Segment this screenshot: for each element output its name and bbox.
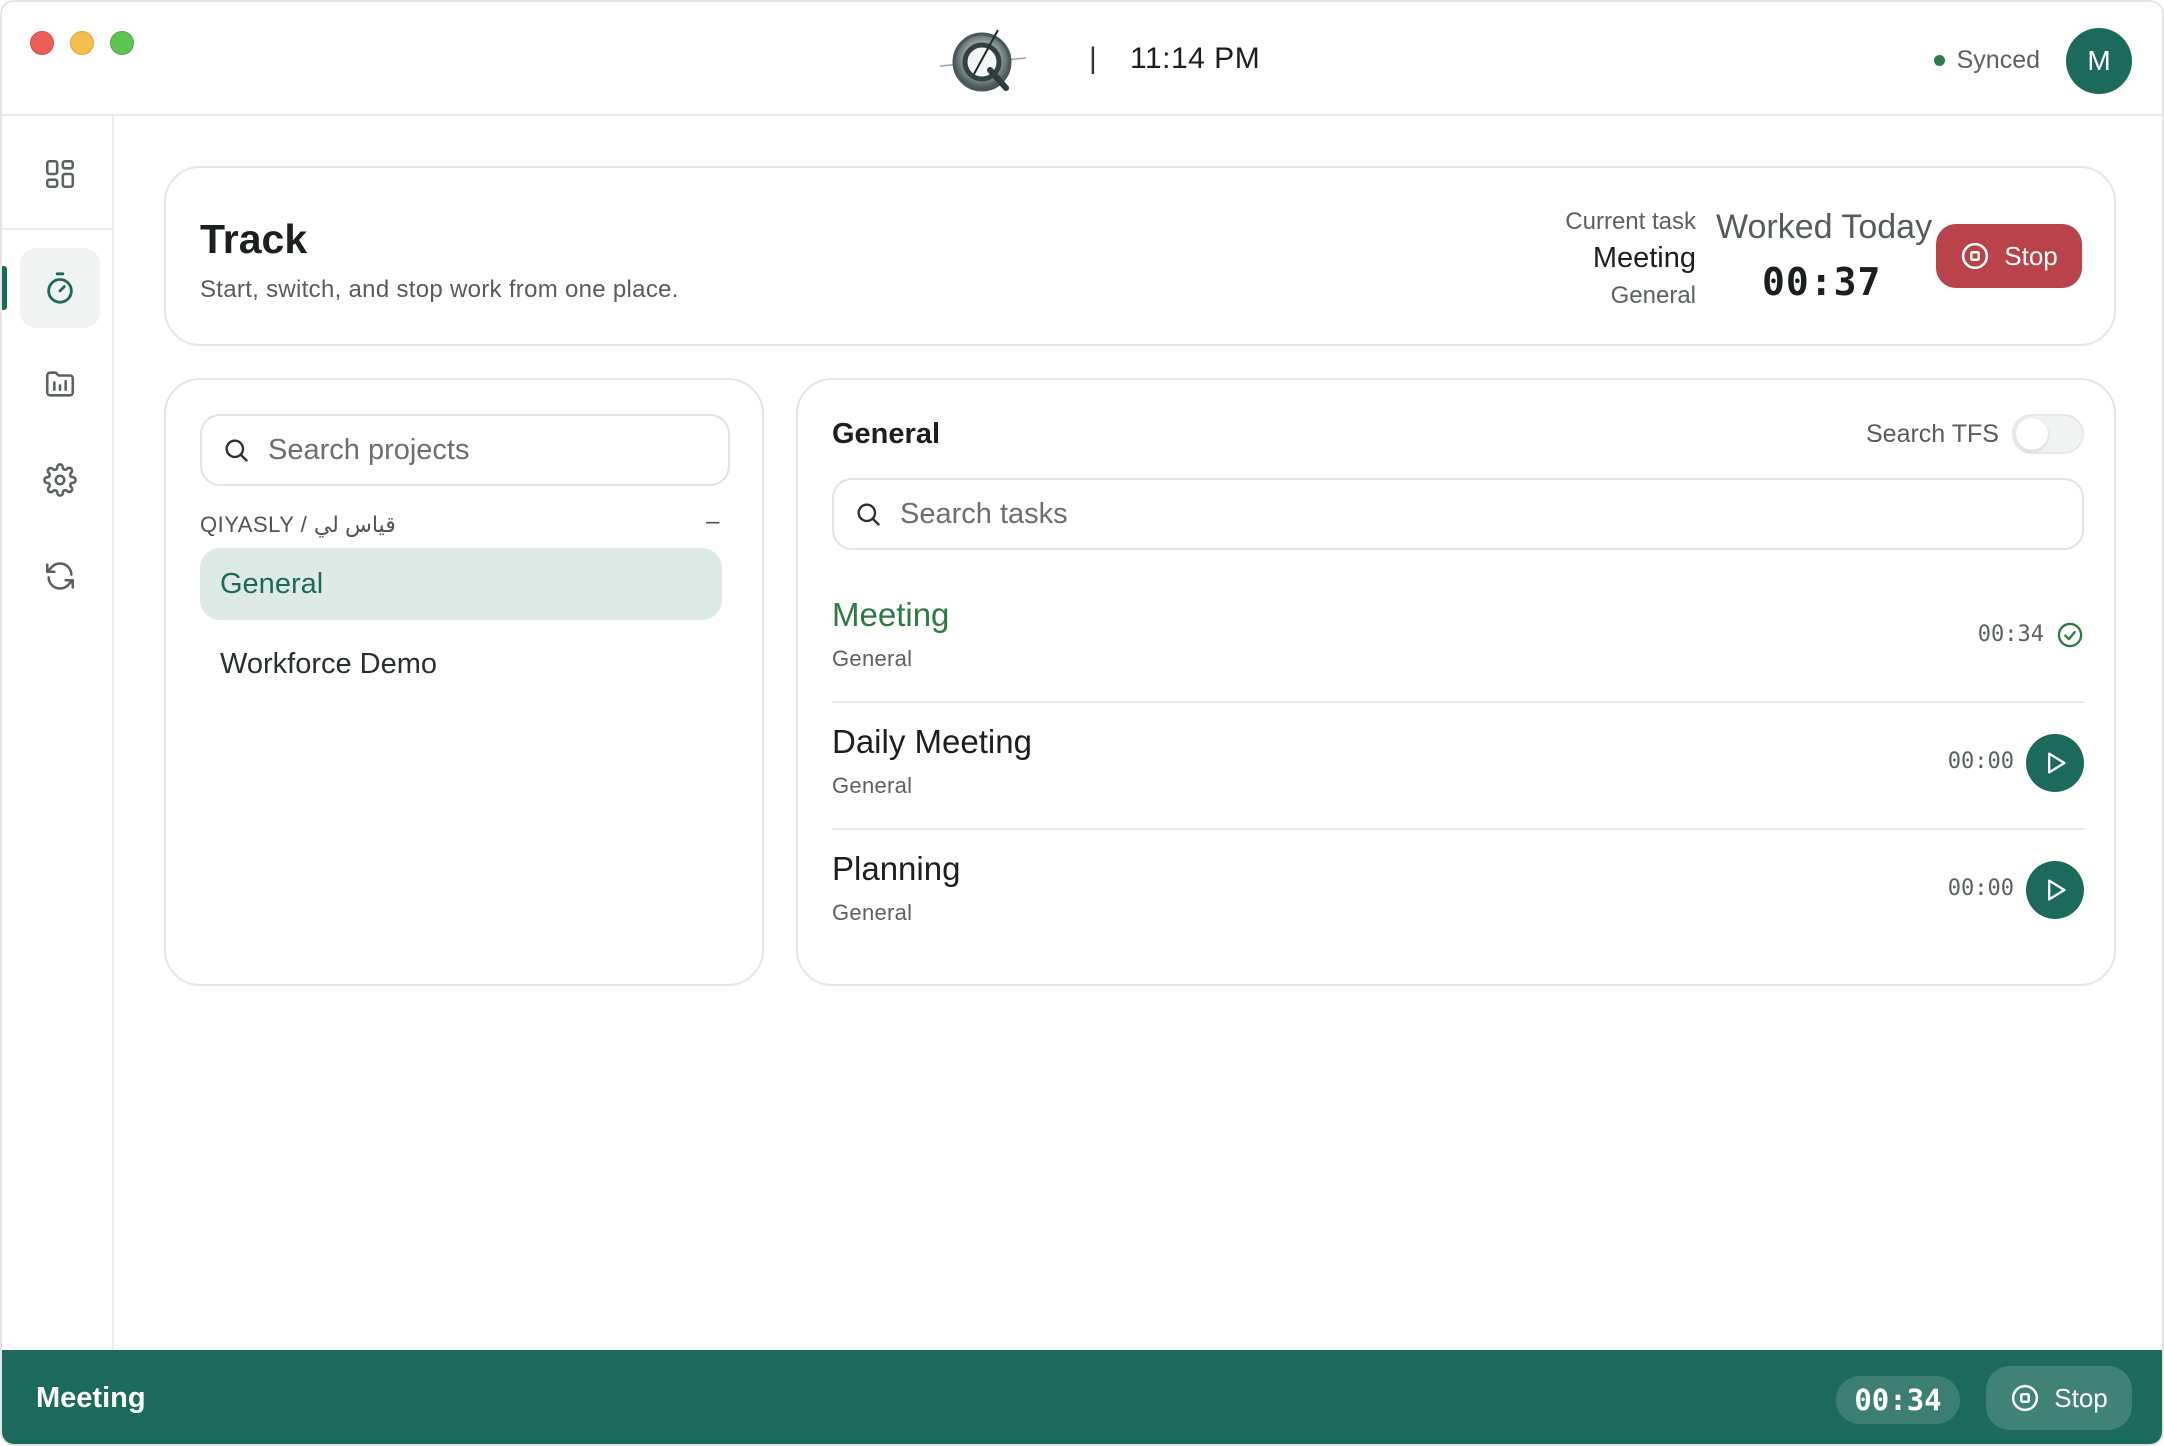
task-search-placeholder: Search tasks: [900, 497, 1068, 530]
timer-icon: [47, 272, 73, 304]
close-window-button[interactable]: [30, 31, 54, 55]
sync-icon: [45, 562, 75, 590]
project-item-general[interactable]: General: [200, 548, 722, 620]
project-group-label: QIYASLY / قياس لي: [200, 512, 396, 537]
current-task-label: Current task: [1565, 208, 1696, 235]
task-row-planning[interactable]: Planning General 00:00: [832, 830, 2084, 957]
sidebar: [2, 116, 114, 1350]
task-name: Meeting: [832, 596, 950, 633]
sync-status-label: Synced: [1956, 46, 2040, 74]
app-window: | 11:14 PM Synced M Track Start, switch,…: [0, 0, 2164, 1446]
sidebar-item-settings[interactable]: [20, 440, 100, 520]
bottom-stop-button[interactable]: Stop: [1986, 1366, 2132, 1430]
title-bar: | 11:14 PM Synced M: [2, 2, 2162, 116]
active-task-name: Meeting: [36, 1382, 146, 1414]
sidebar-item-sync[interactable]: [20, 536, 100, 616]
active-timer-bar: Meeting 00:34 Stop: [2, 1350, 2162, 1444]
user-avatar[interactable]: M: [2066, 28, 2132, 94]
gear-icon: [43, 463, 77, 497]
task-row-meeting[interactable]: Meeting General 00:34: [832, 576, 2084, 703]
active-task-timer: 00:34: [1836, 1376, 1960, 1424]
task-project: General: [832, 646, 913, 671]
project-search-input[interactable]: Search projects: [200, 414, 730, 486]
stop-circle-icon: [1962, 242, 1989, 270]
title-separator: |: [1089, 42, 1097, 75]
sync-status: Synced: [1933, 46, 2040, 75]
grid-icon: [45, 159, 75, 189]
sidebar-item-dashboard[interactable]: [20, 134, 100, 214]
search-tfs-toggle[interactable]: [2012, 414, 2084, 454]
sidebar-active-indicator: [2, 266, 7, 310]
search-tfs-label: Search TFS: [1866, 420, 1999, 448]
task-name: Daily Meeting: [832, 723, 1032, 760]
stop-circle-icon: [2012, 1384, 2039, 1412]
play-icon: [2047, 879, 2066, 901]
folder-chart-icon: [45, 371, 75, 397]
toggle-knob: [2016, 418, 2048, 450]
sidebar-item-projects[interactable]: [20, 344, 100, 424]
current-task-name: Meeting: [1592, 242, 1696, 274]
task-time: 00:34: [1977, 622, 2044, 647]
page-title: Track: [200, 216, 308, 262]
minimize-window-button[interactable]: [70, 31, 94, 55]
stop-button[interactable]: Stop: [1936, 224, 2082, 288]
sidebar-item-track[interactable]: [20, 248, 100, 328]
start-task-button[interactable]: [2026, 861, 2084, 919]
project-search-placeholder: Search projects: [268, 433, 470, 466]
worked-today-label: Worked Today: [1716, 208, 1933, 246]
task-project: General: [832, 900, 913, 925]
tasks-panel-title: General: [832, 418, 940, 450]
sync-dot-icon: [1933, 55, 1945, 66]
project-item-workforce-demo[interactable]: Workforce Demo: [200, 628, 722, 700]
sidebar-divider: [2, 228, 114, 230]
stop-button-label: Stop: [2004, 240, 2058, 271]
tasks-panel: General Search TFS Search tasks Meeting …: [796, 378, 2116, 986]
play-icon: [2047, 752, 2066, 774]
task-name: Planning: [832, 850, 961, 887]
task-time: 00:00: [1947, 876, 2014, 901]
worked-today-time: 00:37: [1762, 260, 1882, 304]
search-icon: [857, 503, 880, 526]
collapse-group-button[interactable]: –: [706, 508, 719, 536]
task-row-daily-meeting[interactable]: Daily Meeting General 00:00: [832, 703, 2084, 830]
check-circle-icon: [2057, 622, 2083, 648]
task-time: 00:00: [1947, 749, 2014, 774]
page-subtitle: Start, switch, and stop work from one pl…: [200, 276, 679, 303]
projects-panel: Search projects QIYASLY / قياس لي – Gene…: [164, 378, 764, 986]
start-task-button[interactable]: [2026, 734, 2084, 792]
app-logo: [939, 29, 1027, 92]
task-project: General: [832, 773, 913, 798]
search-icon: [225, 439, 248, 462]
zoom-window-button[interactable]: [110, 31, 134, 55]
clock-time: 11:14 PM: [1130, 42, 1261, 75]
track-header-card: Track Start, switch, and stop work from …: [164, 166, 2116, 346]
current-task-project: General: [1610, 282, 1696, 309]
bottom-stop-label: Stop: [2054, 1382, 2108, 1413]
task-search-input[interactable]: Search tasks: [832, 478, 2084, 550]
